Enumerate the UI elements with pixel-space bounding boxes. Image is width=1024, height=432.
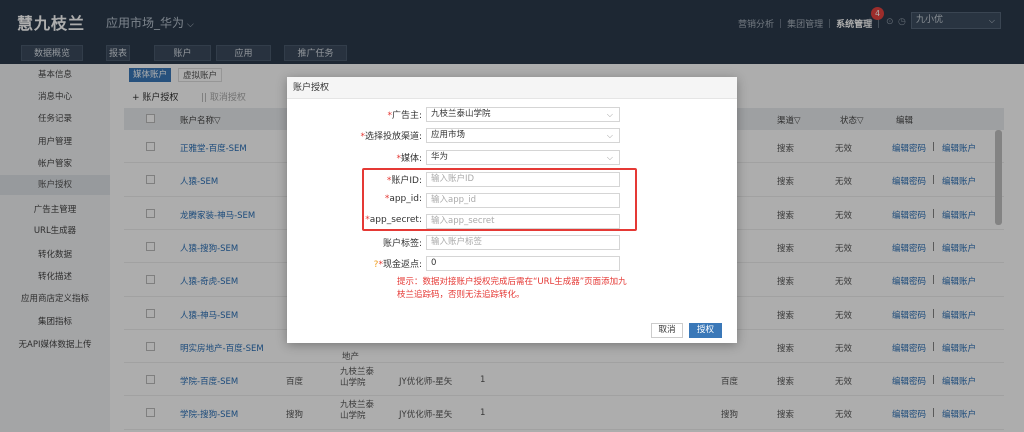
cash-rebate-input[interactable]: 0 — [426, 256, 620, 271]
advertiser-select[interactable]: 九枝兰泰山学院 ⌵ — [426, 107, 620, 122]
media-label: *媒体: — [396, 154, 422, 164]
channel-label: *选择投放渠道: — [360, 132, 422, 142]
dialog-title: 账户授权 — [287, 77, 737, 99]
media-select[interactable]: 华为 ⌵ — [426, 150, 620, 165]
chevron-down-icon: ⌵ — [606, 110, 613, 119]
authorize-button[interactable]: 授权 — [689, 323, 722, 338]
account-tag-input[interactable]: 输入账户标签 — [426, 235, 620, 250]
chevron-down-icon: ⌵ — [606, 131, 613, 140]
cash-rebate-label: ?*现金返点: — [373, 260, 422, 270]
chevron-down-icon: ⌵ — [606, 153, 613, 162]
account-tag-label: 账户标签: — [382, 239, 422, 249]
highlight-box — [362, 168, 637, 231]
channel-select[interactable]: 应用市场 ⌵ — [426, 128, 620, 143]
cancel-button[interactable]: 取消 — [651, 323, 683, 338]
tip-text: 提示：数据对接账户授权完成后需在“URL生成器”页面添加九枝兰追踪码，否则无法追… — [397, 277, 627, 300]
account-auth-dialog: 账户授权 *广告主: 九枝兰泰山学院 ⌵ *选择投放渠道: 应用市场 ⌵ *媒体: … — [287, 77, 737, 343]
advertiser-label: *广告主: — [387, 111, 422, 121]
